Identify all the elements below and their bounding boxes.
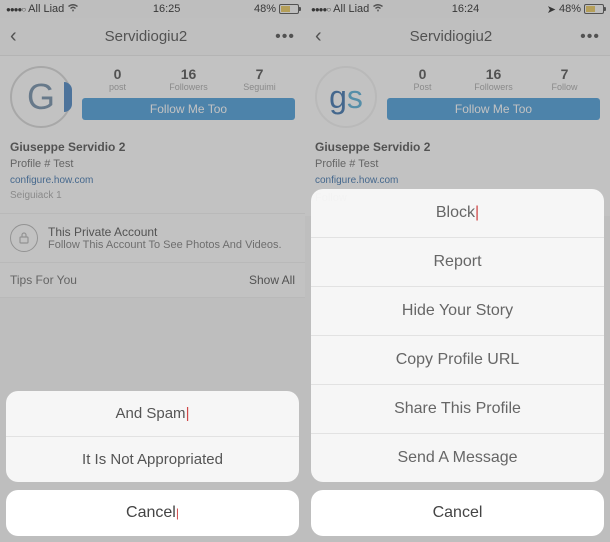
wifi-icon [372,3,384,16]
time-label: 16:25 [153,3,181,15]
sheet-spam[interactable]: And Spam| [6,391,299,437]
followed-by: Seiguiack 1 [10,188,295,203]
nav-bar: ‹ Servidiogiu2 ••• [0,18,305,56]
profile-info: Giuseppe Servidio 2 Profile # Test confi… [0,138,305,213]
status-bar: ●●●●○ All Liad 16:25 48% [0,0,305,18]
sheet-block[interactable]: Block| [311,189,604,238]
follow-button[interactable]: Follow Me Too [82,98,295,120]
sheet-hide-story[interactable]: Hide Your Story [311,287,604,336]
wifi-icon [67,3,79,16]
signal-icon: ●●●●○ [311,5,330,14]
sheet-share-profile[interactable]: Share This Profile [311,385,604,434]
profile-link[interactable]: configure.how.com [10,173,295,188]
nav-title: Servidiogiu2 [105,28,188,45]
back-button[interactable]: ‹ [315,25,322,48]
stat-posts[interactable]: 0 post [82,66,153,92]
profile-name: Giuseppe Servidio 2 [315,138,600,156]
action-sheet: And Spam| It Is Not Appropriated Cancel| [6,391,299,536]
stat-following[interactable]: 7 Seguimi [224,66,295,92]
location-icon: ➤ [547,3,556,16]
private-title: This Private Account [48,225,282,239]
tips-label: Tips For You [10,273,77,287]
profile-name: Giuseppe Servidio 2 [10,138,295,156]
nav-bar: ‹ Servidiogiu2 ••• [305,18,610,56]
action-sheet: Block| Report Hide Your Story Copy Profi… [311,189,604,536]
phone-right: ●●●●○ All Liad 16:24 ➤ 48% ‹ Servidiogiu… [305,0,610,542]
private-subtitle: Follow This Account To See Photos And Vi… [48,239,282,251]
profile-bio: Profile # Test [10,156,295,173]
carrier-label: All Liad [333,3,369,15]
more-button[interactable]: ••• [275,28,295,46]
battery-icon [584,4,604,14]
profile-link[interactable]: configure.how.com [315,173,600,188]
avatar[interactable]: G [10,66,72,128]
sheet-send-message[interactable]: Send A Message [311,434,604,482]
sheet-copy-url[interactable]: Copy Profile URL [311,336,604,385]
nav-title: Servidiogiu2 [410,28,493,45]
profile-bio: Profile # Test [315,156,600,173]
stat-followers[interactable]: 16 Followers [153,66,224,92]
sheet-cancel[interactable]: Cancel| [6,490,299,536]
sheet-inappropriate[interactable]: It Is Not Appropriated [6,437,299,482]
profile-header: gs 0 Post 16 Followers 7 Follow Follow M… [305,56,610,138]
time-label: 16:24 [452,3,480,15]
status-bar: ●●●●○ All Liad 16:24 ➤ 48% [305,0,610,18]
signal-icon: ●●●●○ [6,5,25,14]
avatar[interactable]: gs [315,66,377,128]
battery-icon [279,4,299,14]
battery-pct: 48% [559,3,581,15]
stat-followers[interactable]: 16 Followers [458,66,529,92]
battery-pct: 48% [254,3,276,15]
private-account-box: This Private Account Follow This Account… [0,213,305,263]
follow-button[interactable]: Follow Me Too [387,98,600,120]
sheet-report[interactable]: Report [311,238,604,287]
profile-header: G 0 post 16 Followers 7 Seguimi Follow M… [0,56,305,138]
lock-icon [10,224,38,252]
tips-row: Tips For You Show All [0,263,305,298]
back-button[interactable]: ‹ [10,25,17,48]
more-button[interactable]: ••• [580,28,600,46]
phone-left: ●●●●○ All Liad 16:25 48% ‹ Servidiogiu2 … [0,0,305,542]
stat-following[interactable]: 7 Follow [529,66,600,92]
show-all-button[interactable]: Show All [249,273,295,287]
sheet-cancel[interactable]: Cancel [311,490,604,536]
stat-posts[interactable]: 0 Post [387,66,458,92]
carrier-label: All Liad [28,3,64,15]
